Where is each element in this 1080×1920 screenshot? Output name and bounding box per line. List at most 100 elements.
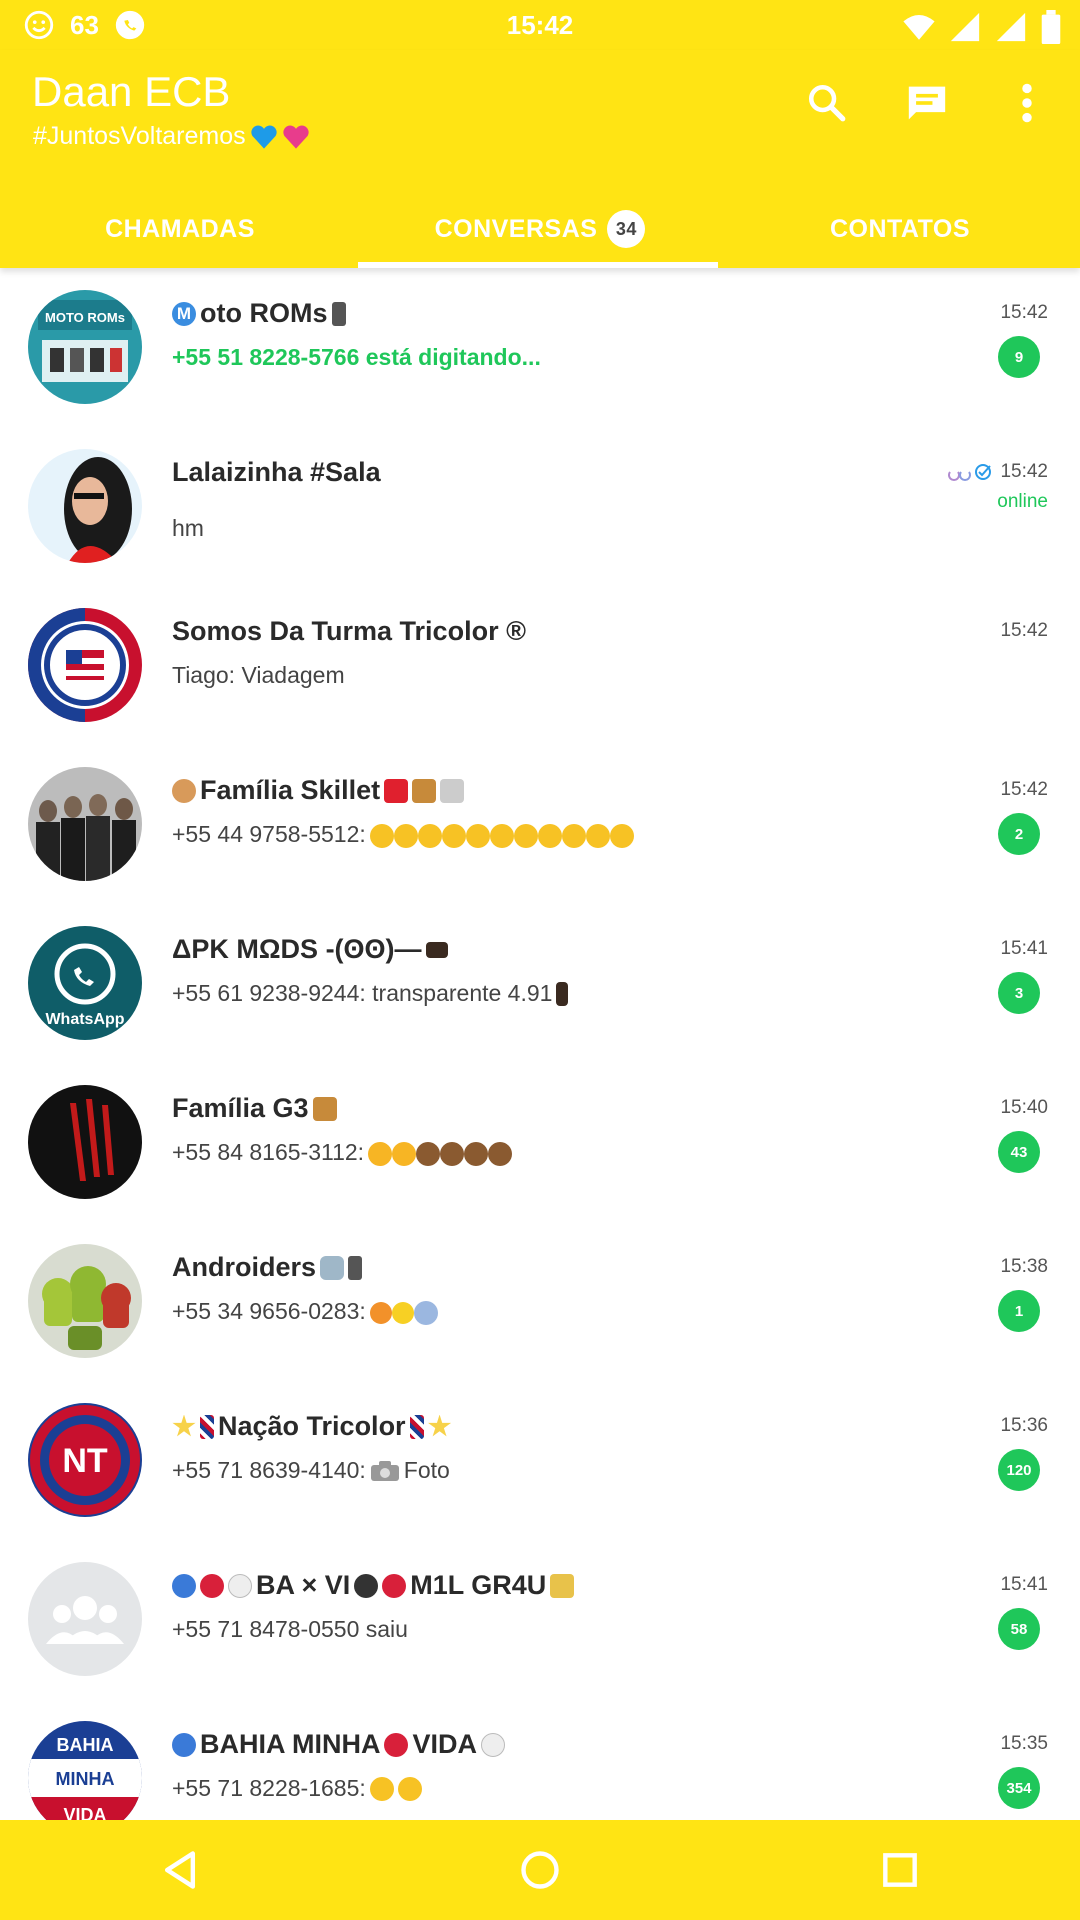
fire-sun-scream-emoji-row-icon: [369, 1298, 438, 1325]
back-triangle-icon: [164, 1851, 196, 1889]
tab-label: CHAMADAS: [105, 214, 255, 243]
unread-badge: 1: [998, 1290, 1040, 1332]
tab-bar: CHAMADAS CONVERSAS 34 CONTATOS: [0, 190, 1080, 268]
chat-row[interactable]: BAHIA MINHA VIDA BAHIA MINHA VIDA +55 71…: [0, 1699, 1080, 1820]
avatar: [28, 1244, 142, 1358]
blue-heart-icon: [250, 125, 277, 149]
chat-last-message: +55 44 9758-5512:: [172, 821, 634, 848]
app-root: 63 15:42 Daan ECB #JuntosVoltaremos CHAM…: [0, 0, 1080, 1920]
phone-icon: [348, 1255, 363, 1280]
heart-emoji-icon: [384, 778, 409, 803]
subtitle-text: #JuntosVoltaremos: [33, 122, 246, 150]
recents-square-icon: [883, 1853, 917, 1887]
avatar: NT: [28, 1403, 142, 1517]
chat-time: 15:36: [1000, 1415, 1048, 1436]
black-circle-emoji-icon: [354, 1573, 379, 1598]
chat-name: Lalaizinha #Sala: [172, 457, 381, 487]
avatar: BAHIA MINHA VIDA: [28, 1721, 142, 1820]
unread-badge: 3: [998, 972, 1040, 1014]
androiders-avatar-image: [28, 1244, 142, 1358]
avatar: [28, 1085, 142, 1199]
chat-time: 15:41: [1000, 938, 1048, 959]
avatar-text-line-3: VIDA: [63, 1805, 106, 1820]
chat-last-message: +55 34 9656-0283:: [172, 1298, 438, 1325]
avatar: [28, 449, 142, 563]
tab-contatos[interactable]: CONTATOS: [720, 190, 1080, 268]
chat-row[interactable]: BA × VI M1L GR4U +55 71 8478-0550 saiu 1…: [0, 1540, 1080, 1699]
chat-last-message: +55 71 8228-1685:: [172, 1775, 422, 1802]
avatar-text-line-1: BAHIA: [57, 1735, 114, 1755]
page-title: Daan ECB: [32, 68, 231, 115]
avatar-text: NT: [62, 1442, 108, 1480]
red-circle-emoji-icon: [384, 1732, 409, 1757]
robot-emoji-icon: [320, 1255, 345, 1280]
tab-label: CONVERSAS: [434, 214, 598, 243]
home-button[interactable]: [505, 1835, 575, 1905]
chat-name: Nação Tricolor: [172, 1411, 452, 1442]
camera-icon: [370, 1460, 399, 1481]
tab-chamadas[interactable]: CHAMADAS: [0, 190, 360, 268]
chat-typing-status: +55 51 8228-5766 está digitando...: [172, 344, 541, 370]
bahia-minha-vida-avatar-image: BAHIA MINHA VIDA: [28, 1721, 142, 1820]
search-icon: [808, 84, 846, 122]
chat-row[interactable]: NT Nação Tricolor +55 71 8639-4140: Foto…: [0, 1381, 1080, 1540]
new-chat-button[interactable]: [904, 80, 950, 126]
white-circle-emoji-icon: [481, 1732, 505, 1757]
signal-icon: [950, 12, 980, 42]
chat-name: Somos Da Turma Tricolor ®: [172, 616, 526, 646]
header-actions: [804, 80, 1050, 126]
smile-emoji-icon: [397, 1776, 422, 1801]
guitar-emoji-icon: [412, 778, 437, 803]
phone-icon: [331, 301, 346, 326]
more-options-button[interactable]: [1004, 80, 1050, 126]
star-emoji-icon: [172, 1414, 196, 1437]
active-tab-indicator: [358, 262, 718, 268]
barber-pole-emoji-icon: [200, 1414, 214, 1439]
chat-row[interactable]: Família Skillet +55 44 9758-5512: 15:42 …: [0, 745, 1080, 904]
new-chat-icon: [908, 86, 946, 120]
chat-row[interactable]: Somos Da Turma Tricolor ® Tiago: Viadage…: [0, 586, 1080, 745]
unread-badge: 2: [998, 813, 1040, 855]
unread-badge: 120: [998, 1449, 1040, 1491]
search-button[interactable]: [804, 80, 850, 126]
avatar: [28, 608, 142, 722]
tab-conversas[interactable]: CONVERSAS 34: [360, 190, 720, 268]
header-subtitle: #JuntosVoltaremos: [33, 122, 310, 151]
chat-row[interactable]: WhatsApp ΔPK MΩDS -(ʘʘ)— +55 61 9238-924…: [0, 904, 1080, 1063]
unread-badge: 43: [998, 1131, 1040, 1173]
chat-name: BAHIA MINHA VIDA: [172, 1729, 505, 1760]
chat-row[interactable]: Androiders +55 34 9656-0283: 15:38 1: [0, 1222, 1080, 1381]
avatar: WhatsApp: [28, 926, 142, 1040]
headphones-emoji-icon: [440, 778, 465, 803]
message-status-icon: [948, 464, 992, 481]
avatar-text-line-2: MINHA: [56, 1769, 115, 1789]
chat-last-message: +55 71 8478-0550 saiu: [172, 1616, 408, 1642]
skillet-band-avatar-image: [28, 767, 142, 881]
moto-roms-avatar-image: MOTO ROMs: [28, 290, 142, 404]
online-status: online: [997, 491, 1048, 512]
chat-list[interactable]: MOTO ROMs M oto ROMs +55 51 8228-5766 es…: [0, 268, 1080, 1820]
tab-label: CONTATOS: [829, 214, 971, 243]
chat-row[interactable]: Lalaizinha #Sala hm 15:42 online: [0, 427, 1080, 586]
chat-time: 15:42: [1000, 620, 1048, 641]
recents-button[interactable]: [865, 1835, 935, 1905]
guitar-emoji-icon: [312, 1096, 337, 1121]
pointing-up-emoji-icon: [556, 981, 569, 1006]
chat-row[interactable]: MOTO ROMs M oto ROMs +55 51 8228-5766 es…: [0, 268, 1080, 427]
back-button[interactable]: [145, 1835, 215, 1905]
signal-icon-2: [996, 12, 1026, 42]
unread-badge: 58: [998, 1608, 1040, 1650]
chat-row[interactable]: Família G3 +55 84 8165-3112: 15:40 43: [0, 1063, 1080, 1222]
navigation-bar: [0, 1820, 1080, 1920]
whatsapp-logo-avatar-image: WhatsApp: [28, 926, 142, 1040]
blue-circle-emoji-icon: [172, 1573, 196, 1598]
blue-circle-emoji-icon: [172, 1732, 196, 1757]
avatar-text: MOTO ROMs: [45, 310, 125, 325]
chat-name: ΔPK MΩDS -(ʘʘ)—: [172, 934, 448, 965]
chat-last-message: hm: [172, 515, 204, 541]
status-bar: 63 15:42: [0, 0, 1080, 50]
unread-badge: 9: [998, 336, 1040, 378]
avatar: [28, 1562, 142, 1676]
rock-hand-emoji-icon: [172, 778, 196, 803]
red-circle-emoji-icon: [200, 1573, 224, 1598]
